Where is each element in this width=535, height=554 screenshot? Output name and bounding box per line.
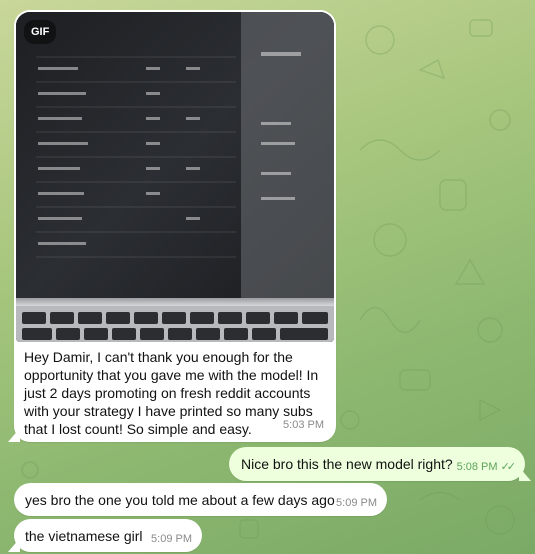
incoming-message-bubble: yes bro the one you told me about a few …	[14, 483, 387, 516]
incoming-message-bubble: the vietnamese girl 5:09 PM	[8, 519, 202, 552]
message-time: 5:09 PM	[336, 497, 377, 509]
message-time: 5:03 PM	[283, 419, 324, 431]
message-time: 5:09 PM	[151, 533, 192, 545]
message-text: Nice bro this the new model right?	[241, 456, 453, 472]
gif-media[interactable]: GIF	[16, 12, 334, 342]
outgoing-message-bubble: Nice bro this the new model right? 5:08 …	[229, 447, 531, 481]
double-check-icon: ✓✓	[500, 461, 517, 473]
media-message-bubble: GIF Hey Damir, I can't thank you enough …	[8, 10, 336, 442]
message-text: the vietnamese girl	[25, 528, 143, 544]
message-text: Hey Damir, I can't thank you enough for …	[24, 349, 319, 437]
message-time: 5:08 PM	[456, 461, 498, 473]
message-text: yes bro the one you told me about a few …	[25, 492, 335, 508]
gif-badge: GIF	[24, 20, 57, 44]
laptop-photo-image	[16, 12, 334, 342]
